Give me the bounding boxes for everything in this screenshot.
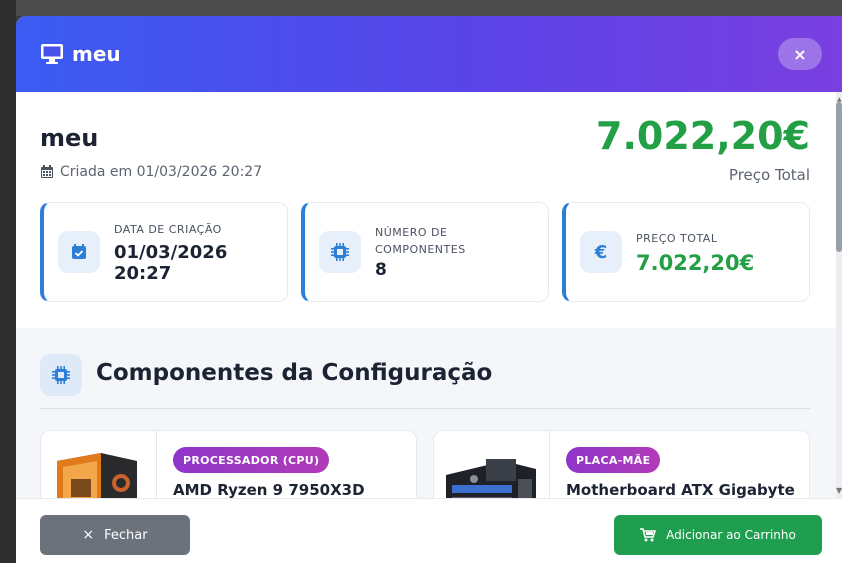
fechar-label: Fechar xyxy=(104,527,148,543)
divider xyxy=(40,408,810,409)
monitor-icon xyxy=(41,44,63,64)
total-price-label: Preço Total xyxy=(728,166,810,184)
stat-card-creation-date: DATA DE CRIAÇÃO 01/03/2026 20:27 xyxy=(40,202,288,302)
close-button[interactable]: × xyxy=(778,38,822,70)
total-price: 7.022,20€ xyxy=(596,114,810,158)
modal-title: meu xyxy=(72,42,121,66)
euro-glyph: € xyxy=(594,241,608,263)
configuration-modal: meu × meu Criada em 01/03/2026 20:27 7.0… xyxy=(16,16,842,563)
stat-value: 01/03/2026 20:27 xyxy=(114,241,228,284)
modal-footer: × Fechar Adicionar ao Carrinho xyxy=(16,498,842,563)
euro-icon: € xyxy=(580,231,622,273)
scroll-up-arrow-icon[interactable]: ▲ xyxy=(837,96,842,103)
stat-label: PREÇO TOTAL xyxy=(636,231,718,245)
add-to-cart-button[interactable]: Adicionar ao Carrinho xyxy=(614,515,822,555)
scrollbar-thumb[interactable] xyxy=(836,102,842,252)
stat-card-component-count: NÚMERO DE COMPONENTES 8 xyxy=(301,202,549,302)
component-category-badge: PLACA-MÃE xyxy=(566,447,661,473)
stat-label: DATA DE CRIAÇÃO xyxy=(114,222,222,236)
scroll-down-arrow-icon[interactable]: ▼ xyxy=(836,486,842,495)
chip-icon xyxy=(319,231,361,273)
created-date-text: Criada em 01/03/2026 20:27 xyxy=(60,164,263,180)
section-title: Componentes da Configuração xyxy=(96,360,493,386)
modal-header: meu × xyxy=(16,16,842,92)
backdrop xyxy=(0,0,842,16)
stat-label-line1: NÚMERO DE xyxy=(375,226,448,239)
component-category-badge: PROCESSADOR (CPU) xyxy=(173,447,330,473)
cart-icon xyxy=(640,528,657,542)
add-to-cart-label: Adicionar ao Carrinho xyxy=(666,528,796,542)
close-icon: × xyxy=(82,527,95,543)
configuration-name: meu xyxy=(40,124,99,152)
stat-value: 7.022,20€ xyxy=(636,250,755,275)
created-date: Criada em 01/03/2026 20:27 xyxy=(40,164,262,180)
stat-value: 8 xyxy=(375,260,387,280)
backdrop-left xyxy=(0,0,16,563)
component-name: AMD Ryzen 9 7950X3D xyxy=(173,481,365,499)
component-name: Motherboard ATX Gigabyte xyxy=(566,481,795,499)
summary-section: meu Criada em 01/03/2026 20:27 7.022,20€… xyxy=(16,92,836,328)
chip-icon xyxy=(40,354,82,396)
stat-label-line2: COMPONENTES xyxy=(375,243,466,256)
calendar-icon xyxy=(41,165,53,178)
scrollbar[interactable] xyxy=(836,92,842,498)
stat-card-total-price: € PREÇO TOTAL 7.022,20€ xyxy=(562,202,810,302)
calendar-check-icon xyxy=(58,231,100,273)
fechar-button[interactable]: × Fechar xyxy=(40,515,190,555)
components-section: Componentes da Configuração PROCESSADOR … xyxy=(16,328,836,520)
